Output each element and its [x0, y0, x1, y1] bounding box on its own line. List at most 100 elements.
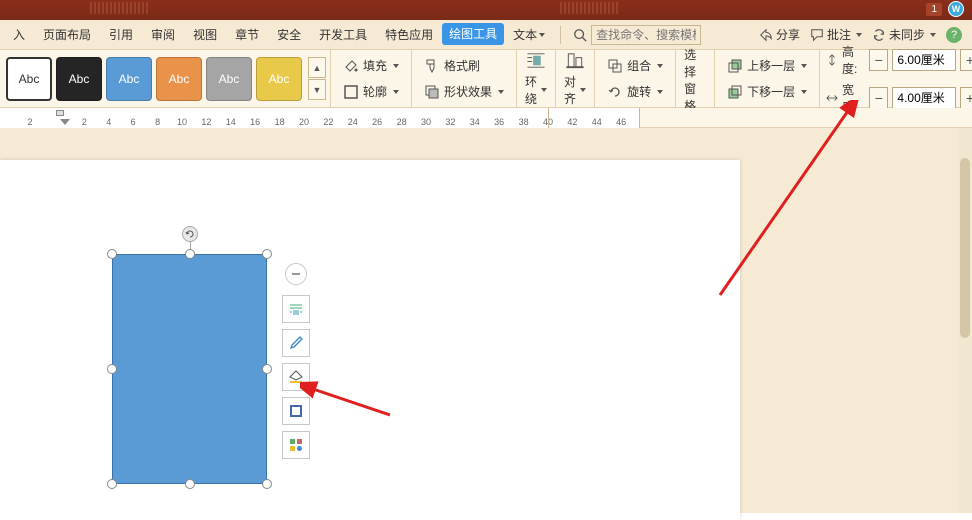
menu-developer[interactable]: 开发工具	[310, 21, 376, 49]
comment-icon	[810, 28, 824, 42]
resize-handle-sw[interactable]	[107, 479, 117, 489]
ruler-number: 24	[348, 117, 358, 127]
resize-handle-e[interactable]	[262, 364, 272, 374]
scroll-thumb[interactable]	[960, 158, 970, 338]
document-page[interactable]	[0, 160, 740, 520]
panel-layout-button[interactable]	[282, 295, 310, 323]
ruler-number: 30	[421, 117, 431, 127]
menu-separator	[560, 26, 561, 44]
menu-view[interactable]: 视图	[184, 21, 226, 49]
style-swatch-1[interactable]: Abc	[6, 57, 52, 101]
height-increment[interactable]: +	[960, 49, 972, 71]
bring-forward-icon	[727, 58, 743, 74]
panel-shape-outline-button[interactable]	[282, 397, 310, 425]
height-decrement[interactable]: −	[869, 49, 888, 71]
share-button[interactable]: 分享	[759, 26, 800, 43]
panel-format-brush-button[interactable]	[282, 329, 310, 357]
notification-badge[interactable]: 1	[926, 3, 942, 16]
width-input[interactable]	[892, 87, 956, 109]
selection-pane-button[interactable]: 选择窗格	[676, 50, 715, 107]
ribbon-toolbar: Abc Abc Abc Abc Abc Abc ▲ ▼ 填充 轮廓 格式刷 形状…	[0, 50, 972, 108]
user-avatar[interactable]: W	[948, 1, 964, 17]
gallery-scroll-up[interactable]: ▲	[308, 57, 326, 78]
paint-bucket-icon	[343, 58, 359, 74]
rotate-icon	[607, 84, 623, 100]
ruler-number: 2	[82, 117, 87, 127]
help-button[interactable]: ?	[946, 27, 962, 43]
sync-button[interactable]: 未同步	[872, 26, 936, 43]
panel-shape-fill-button[interactable]	[282, 363, 310, 391]
menu-page-layout[interactable]: 页面布局	[34, 21, 100, 49]
menu-security[interactable]: 安全	[268, 21, 310, 49]
style-swatch-2[interactable]: Abc	[56, 57, 102, 101]
ruler-number: 10	[177, 117, 187, 127]
format-painter-button[interactable]: 格式刷	[420, 55, 508, 77]
resize-handle-se[interactable]	[262, 479, 272, 489]
rotate-button[interactable]: 旋转	[603, 81, 667, 103]
height-input[interactable]	[892, 49, 956, 71]
ruler-number: 44	[592, 117, 602, 127]
hanging-indent-marker[interactable]	[60, 119, 70, 125]
style-swatch-5[interactable]: Abc	[206, 57, 252, 101]
style-swatch-3[interactable]: Abc	[106, 57, 152, 101]
resize-handle-s[interactable]	[185, 479, 195, 489]
menu-review[interactable]: 审阅	[142, 21, 184, 49]
send-backward-icon	[727, 84, 743, 100]
resize-handle-w[interactable]	[107, 364, 117, 374]
outline-button[interactable]: 轮廓	[339, 81, 403, 103]
align-button[interactable]: 对齐	[556, 50, 595, 107]
resize-handle-nw[interactable]	[107, 249, 117, 259]
rectangle-shape[interactable]	[112, 254, 267, 484]
menu-references[interactable]: 引用	[100, 21, 142, 49]
menu-sections[interactable]: 章节	[226, 21, 268, 49]
resize-handle-ne[interactable]	[262, 249, 272, 259]
ruler-number: 16	[250, 117, 260, 127]
width-increment[interactable]: +	[960, 87, 972, 109]
shape-effects-button[interactable]: 形状效果	[420, 81, 508, 103]
ruler-bar: 2246810121416182022242628303234363840424…	[0, 108, 972, 128]
ruler-number: 8	[155, 117, 160, 127]
rotate-label: 旋转	[627, 83, 651, 100]
bring-forward-button[interactable]: 上移一层	[723, 55, 811, 77]
panel-more-button[interactable]	[282, 431, 310, 459]
fill-label: 填充	[363, 57, 387, 74]
outline-label: 轮廓	[363, 83, 387, 100]
resize-handle-n[interactable]	[185, 249, 195, 259]
horizontal-ruler[interactable]: 2246810121416182022242628303234363840424…	[0, 108, 640, 128]
gallery-expand[interactable]: ▼	[308, 79, 326, 100]
width-icon	[826, 91, 838, 105]
format-group: 格式刷 形状效果	[412, 50, 517, 107]
wrap-button[interactable]: 环绕	[517, 50, 556, 107]
selected-shape[interactable]	[112, 254, 267, 484]
menu-text-tools[interactable]: 文本	[504, 21, 554, 49]
rotate-handle[interactable]	[182, 226, 198, 242]
panel-collapse-button[interactable]	[285, 263, 307, 285]
ruler-number: 34	[470, 117, 480, 127]
width-decrement[interactable]: −	[869, 87, 888, 109]
menu-drawing-tools[interactable]: 绘图工具	[442, 23, 504, 45]
ruler-number: 28	[397, 117, 407, 127]
search-input[interactable]	[591, 25, 701, 45]
ruler-number: 14	[226, 117, 236, 127]
share-label: 分享	[776, 26, 800, 43]
command-search[interactable]	[573, 25, 701, 45]
send-backward-label: 下移一层	[747, 83, 795, 100]
send-backward-button[interactable]: 下移一层	[723, 81, 811, 103]
outline-icon	[343, 84, 359, 100]
ruler-number: 36	[494, 117, 504, 127]
minus-icon	[288, 266, 304, 282]
ruler-number: 18	[275, 117, 285, 127]
style-swatch-6[interactable]: Abc	[256, 57, 302, 101]
ruler-number: 32	[445, 117, 455, 127]
comment-button[interactable]: 批注	[810, 26, 862, 43]
vertical-scrollbar[interactable]	[958, 128, 972, 513]
menu-special[interactable]: 特色应用	[376, 21, 442, 49]
fill-button[interactable]: 填充	[339, 55, 403, 77]
group-button[interactable]: 组合	[603, 55, 667, 77]
first-line-indent-marker[interactable]	[56, 110, 64, 116]
ruler-number: 38	[519, 117, 529, 127]
menu-insert[interactable]: 入	[4, 21, 34, 49]
shape-fill-icon	[288, 369, 304, 385]
style-swatch-4[interactable]: Abc	[156, 57, 202, 101]
work-area	[0, 128, 972, 513]
